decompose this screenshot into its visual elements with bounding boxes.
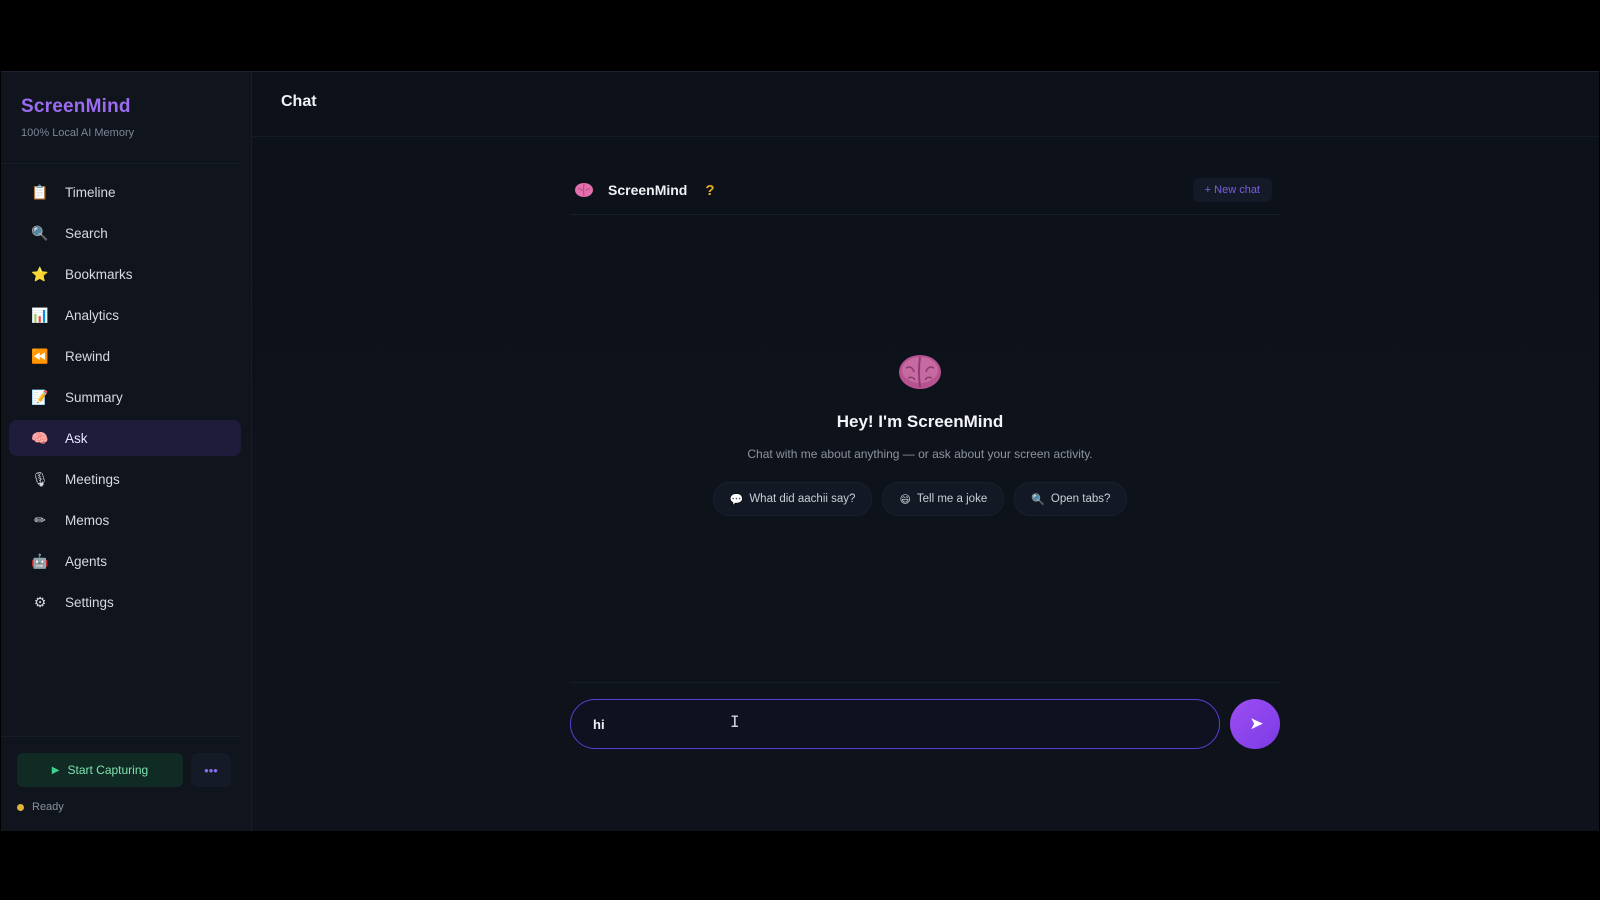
suggestion-chip-joke[interactable]: 😄 Tell me a joke bbox=[882, 482, 1005, 516]
send-button[interactable]: ➤ bbox=[1230, 699, 1280, 749]
welcome-block: Hey! I'm ScreenMind Chat with me about a… bbox=[570, 352, 1270, 516]
sidebar-item-label: Rewind bbox=[65, 348, 111, 364]
capture-status: Ready bbox=[17, 801, 241, 813]
chat-assistant-name: ScreenMind bbox=[608, 182, 688, 198]
pencil-icon: ✏ bbox=[34, 511, 46, 528]
main-area: Chat ScreenMind ? + New chat Hey! I'm Sc… bbox=[252, 72, 1599, 831]
sidebar-item-search[interactable]: 🔍 Search bbox=[9, 215, 241, 251]
sidebar-item-rewind[interactable]: ⏪ Rewind bbox=[9, 338, 241, 374]
sidebar-item-agents[interactable]: 🤖 Agents bbox=[9, 543, 241, 579]
search-icon: 🔍 bbox=[31, 224, 49, 241]
start-capturing-button[interactable]: ▶ Start Capturing bbox=[17, 753, 183, 787]
input-divider bbox=[570, 682, 1280, 683]
search-icon: 🔍 bbox=[1031, 493, 1045, 506]
sidebar-item-timeline[interactable]: 📋 Timeline bbox=[9, 174, 241, 210]
brand-name: ScreenMind bbox=[21, 96, 131, 117]
capture-controls: ▶ Start Capturing ••• bbox=[17, 753, 241, 787]
help-icon[interactable]: ? bbox=[705, 182, 714, 199]
start-capturing-label: Start Capturing bbox=[67, 763, 149, 777]
sidebar-footer: ▶ Start Capturing ••• Ready bbox=[1, 736, 241, 831]
play-icon: ▶ bbox=[51, 764, 60, 776]
clipboard-icon: 📋 bbox=[31, 183, 49, 200]
chat-header: ScreenMind ? + New chat bbox=[570, 166, 1280, 215]
memo-icon: 📝 bbox=[31, 388, 49, 405]
suggestion-chip-aachii[interactable]: 💬 What did aachii say? bbox=[712, 482, 873, 516]
sidebar-item-label: Settings bbox=[65, 594, 114, 610]
app-window: ScreenMind 100% Local AI Memory 📋 Timeli… bbox=[1, 71, 1599, 831]
status-dot-icon bbox=[17, 803, 24, 811]
chip-label: Tell me a joke bbox=[916, 493, 988, 505]
bar-chart-icon: 📊 bbox=[31, 306, 49, 323]
more-options-button[interactable]: ••• bbox=[191, 753, 231, 787]
welcome-title: Hey! I'm ScreenMind bbox=[836, 412, 1004, 431]
status-text: Ready bbox=[32, 801, 64, 813]
sidebar-item-meetings[interactable]: 🎙 Meetings bbox=[9, 461, 241, 497]
sidebar-item-ask[interactable]: 🧠 Ask bbox=[9, 420, 241, 456]
sidebar-item-label: Meetings bbox=[65, 471, 120, 487]
microphone-icon: 🎙 bbox=[31, 470, 49, 487]
sidebar-item-label: Ask bbox=[65, 430, 88, 446]
sidebar-item-memos[interactable]: ✏ Memos bbox=[9, 502, 241, 538]
brain-icon bbox=[899, 355, 941, 389]
sidebar-nav: 📋 Timeline 🔍 Search ⭐ Bookmarks 📊 Analyt… bbox=[1, 164, 251, 620]
chip-label: What did aachii say? bbox=[749, 493, 856, 505]
sidebar-item-label: Search bbox=[65, 225, 108, 241]
topbar: Chat bbox=[252, 72, 1599, 137]
sidebar: ScreenMind 100% Local AI Memory 📋 Timeli… bbox=[1, 72, 252, 831]
sidebar-item-bookmarks[interactable]: ⭐ Bookmarks bbox=[9, 256, 241, 292]
robot-icon: 🤖 bbox=[31, 552, 49, 569]
brain-icon: 🧠 bbox=[31, 429, 49, 446]
brand-tagline: 100% Local AI Memory bbox=[21, 127, 135, 139]
suggestion-chips: 💬 What did aachii say? 😄 Tell me a joke … bbox=[570, 482, 1270, 516]
rewind-icon: ⏪ bbox=[31, 347, 49, 364]
sidebar-item-settings[interactable]: ⚙ Settings bbox=[9, 584, 241, 620]
sidebar-item-label: Summary bbox=[65, 389, 123, 405]
sidebar-item-analytics[interactable]: 📊 Analytics bbox=[9, 297, 241, 333]
sidebar-item-summary[interactable]: 📝 Summary bbox=[9, 379, 241, 415]
chat-input-wrapper bbox=[570, 699, 1220, 749]
grinning-face-icon: 😄 bbox=[899, 493, 911, 506]
new-chat-button[interactable]: + New chat bbox=[1192, 178, 1272, 202]
send-arrow-icon: ➤ bbox=[1249, 714, 1264, 733]
sidebar-item-label: Memos bbox=[65, 512, 110, 528]
brain-icon bbox=[575, 183, 593, 197]
page-title: Chat bbox=[281, 93, 317, 110]
gear-icon: ⚙ bbox=[33, 593, 47, 610]
brand: ScreenMind 100% Local AI Memory bbox=[1, 72, 241, 164]
sidebar-item-label: Analytics bbox=[65, 307, 120, 323]
star-icon: ⭐ bbox=[31, 265, 49, 282]
welcome-subtitle: Chat with me about anything — or ask abo… bbox=[747, 447, 1093, 461]
suggestion-chip-open-tabs[interactable]: 🔍 Open tabs? bbox=[1014, 482, 1128, 516]
sidebar-item-label: Bookmarks bbox=[65, 266, 133, 282]
chat-input[interactable] bbox=[591, 715, 1195, 733]
sidebar-item-label: Agents bbox=[65, 553, 108, 569]
text-cursor-icon: I bbox=[730, 712, 740, 731]
sidebar-item-label: Timeline bbox=[65, 184, 116, 200]
chip-label: Open tabs? bbox=[1050, 493, 1111, 505]
chat-panel: ScreenMind ? + New chat Hey! I'm ScreenM… bbox=[570, 166, 1280, 516]
speech-bubble-icon: 💬 bbox=[729, 493, 744, 506]
